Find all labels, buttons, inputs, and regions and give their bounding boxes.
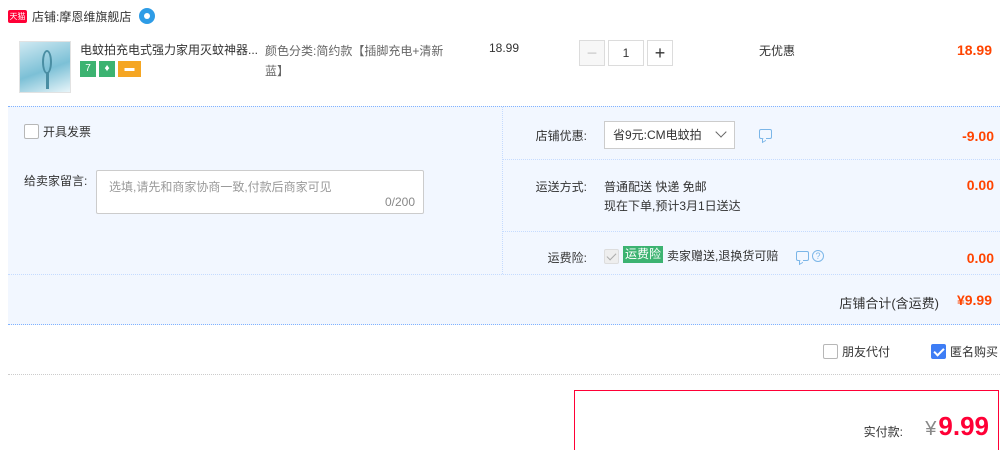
- product-title-link[interactable]: 电蚊拍充电式强力家用灭蚊神器...: [80, 41, 260, 58]
- shop-name-link[interactable]: 摩恩维旗舰店: [59, 8, 131, 25]
- quantity-input[interactable]: 1: [608, 40, 644, 66]
- insurance-amount: 0.00: [966, 250, 994, 266]
- currency-symbol: ¥: [925, 418, 937, 440]
- racket-handle-icon: [46, 73, 49, 89]
- shop-label: 店铺:: [32, 9, 60, 24]
- insurance-badge: 运费险: [623, 246, 664, 263]
- item-subtotal: 18.99: [956, 42, 992, 58]
- insurance-checkbox: [604, 249, 619, 264]
- memo-placeholder: 选填,请先和商家协商一致,付款后商家可见: [109, 180, 332, 194]
- order-extra-options: 朋友代付 匿名购买: [8, 326, 1000, 375]
- racket-icon: [42, 50, 52, 74]
- insurance-text: 卖家赠送,退换货可赔: [667, 249, 779, 263]
- product-thumbnail[interactable]: [19, 41, 71, 93]
- invoice-checkbox[interactable]: [24, 124, 39, 139]
- memo-char-count: 0/200: [384, 195, 415, 209]
- order-options-panel: 开具发票 给卖家留言: 选填,请先和商家协商一致,付款后商家可见 0/200 店…: [8, 106, 1000, 325]
- shipping-eta: 现在下单,预计3月1日送达: [604, 199, 741, 213]
- payment-label: 实付款:: [863, 425, 903, 439]
- invoice-option[interactable]: 开具发票: [24, 123, 91, 140]
- anonymous-option[interactable]: 匿名购买: [931, 343, 998, 360]
- seven-day-return-icon: 7: [80, 61, 96, 77]
- friend-pay-checkbox[interactable]: [823, 344, 838, 359]
- payment-amount: ¥9.99: [925, 411, 989, 442]
- shop-coupon-select[interactable]: 省9元:CM电蚊拍: [604, 121, 735, 149]
- sku-label: 颜色分类:: [265, 44, 317, 58]
- shop-total-label: 店铺合计(含运费): [839, 296, 939, 311]
- row-divider: [503, 231, 1000, 232]
- seller-memo-textarea[interactable]: 选填,请先和商家协商一致,付款后商家可见 0/200: [96, 170, 424, 214]
- shipping-label: 运送方式:: [535, 180, 587, 194]
- question-icon[interactable]: ?: [812, 250, 824, 262]
- invoice-label: 开具发票: [43, 125, 92, 139]
- quantity-increase-button[interactable]: +: [647, 40, 673, 66]
- product-sku: 颜色分类:简约款【插脚充电+清新蓝】: [265, 41, 455, 81]
- chat-icon[interactable]: [139, 8, 156, 24]
- payment-amount-value: 9.99: [938, 411, 989, 441]
- quantity-decrease-button[interactable]: −: [579, 40, 605, 66]
- insurance-label: 运费险:: [547, 251, 587, 265]
- quantity-stepper: − 1 +: [579, 40, 673, 66]
- shipping-amount: 0.00: [966, 177, 994, 193]
- unit-price: 18.99: [489, 41, 520, 55]
- anonymous-label: 匿名购买: [950, 345, 999, 359]
- shop-coupon-value: 省9元:CM电蚊拍: [613, 128, 702, 142]
- coupon-info-bubble-icon[interactable]: [759, 129, 772, 139]
- shop-coupon-amount: -9.00: [962, 128, 994, 144]
- guarantee-shield-icon: ♦: [99, 61, 115, 77]
- credit-card-icon: ▬: [118, 61, 141, 77]
- insurance-chat-icon[interactable]: [796, 251, 809, 261]
- order-options-right: 店铺优惠: 省9元:CM电蚊拍 -9.00 运送方式: 普通配送 快递 免邮 现…: [503, 107, 1000, 274]
- anonymous-checkbox[interactable]: [931, 344, 946, 359]
- payment-summary-box: 实付款: ¥9.99: [574, 390, 999, 450]
- item-discount: 无优惠: [759, 44, 796, 58]
- shop-total-value: ¥9.99: [956, 292, 992, 308]
- shop-total-row: 店铺合计(含运费) ¥9.99: [8, 274, 1000, 326]
- chevron-down-icon: [715, 126, 727, 138]
- shop-coupon-label: 店铺优惠:: [535, 129, 587, 143]
- shop-header: 天猫 店铺: 摩恩维旗舰店: [8, 6, 156, 26]
- friend-pay-option[interactable]: 朋友代付: [823, 343, 890, 360]
- row-divider: [503, 159, 1000, 160]
- product-tags: 7 ♦ ▬: [80, 61, 141, 77]
- tmall-badge-icon: 天猫: [8, 9, 27, 23]
- friend-pay-label: 朋友代付: [842, 345, 891, 359]
- shipping-method: 普通配送 快递 免邮: [604, 180, 707, 194]
- order-options-left: 开具发票 给卖家留言: 选填,请先和商家协商一致,付款后商家可见 0/200: [8, 107, 502, 274]
- memo-label: 给卖家留言:: [24, 174, 88, 188]
- cart-item-row: 电蚊拍充电式强力家用灭蚊神器... 7 ♦ ▬ 颜色分类:简约款【插脚充电+清新…: [8, 32, 1000, 106]
